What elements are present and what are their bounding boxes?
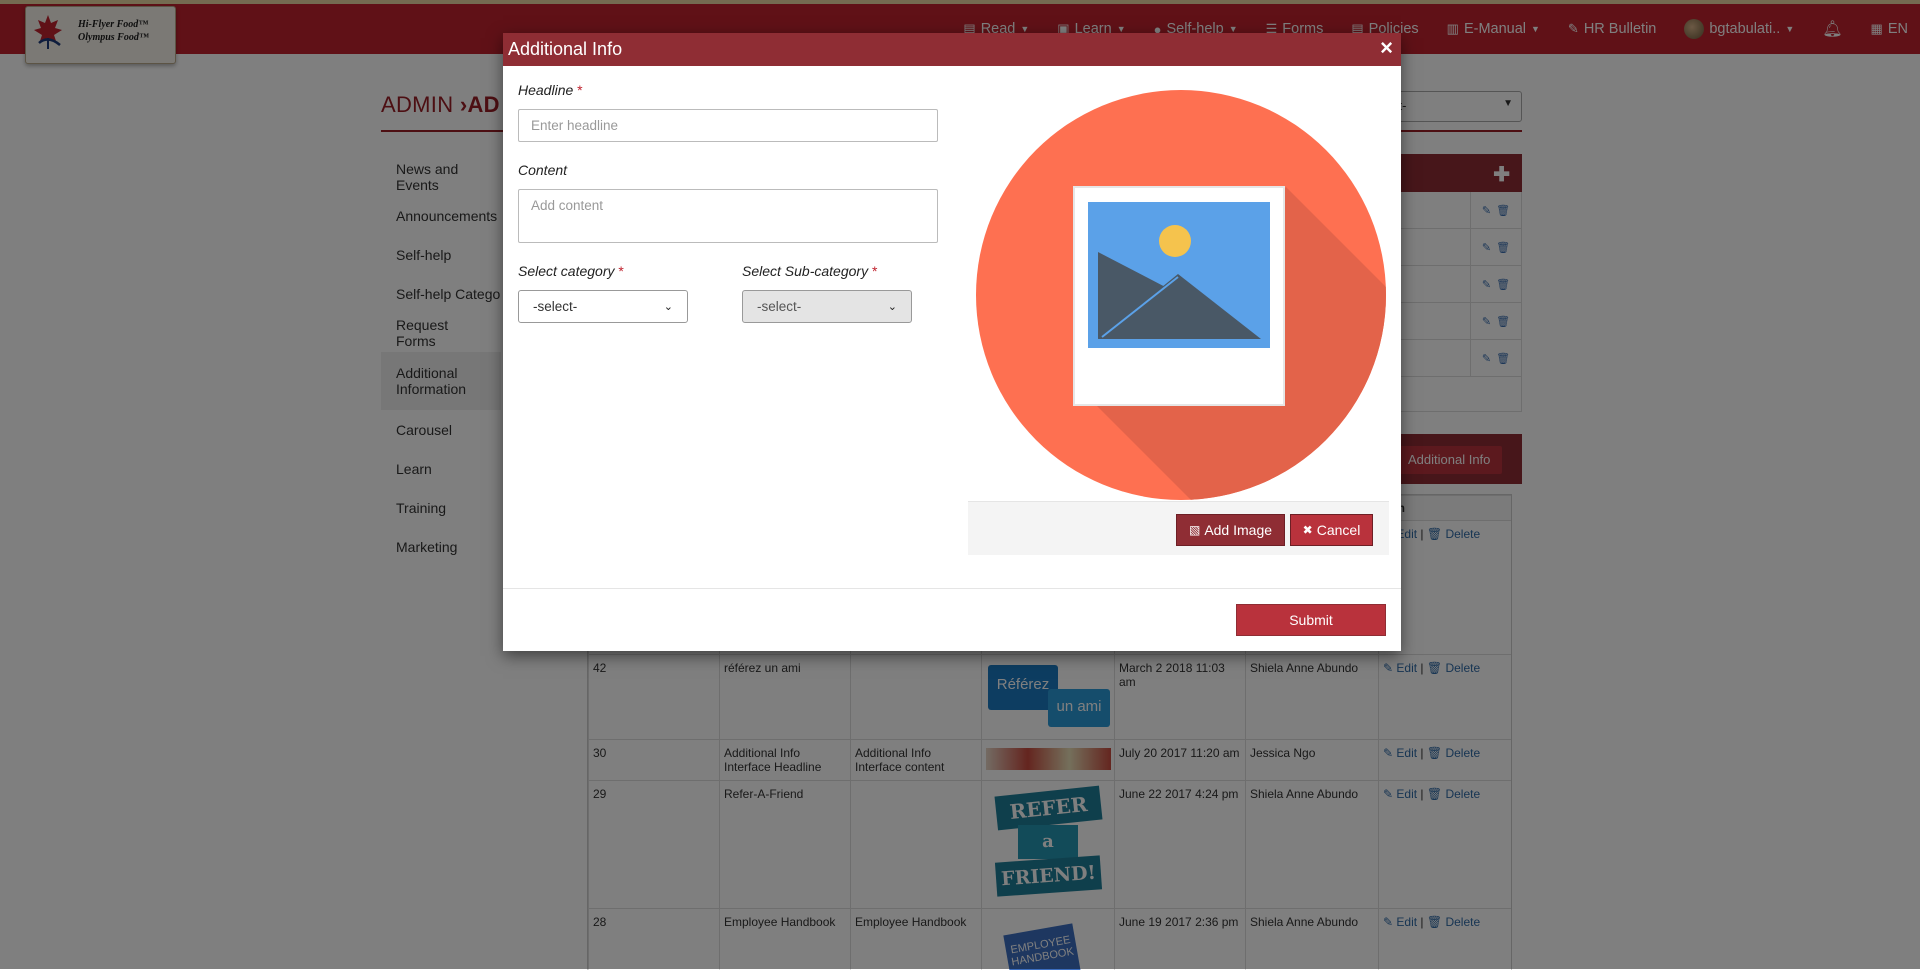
- image-icon: ▧: [1189, 523, 1200, 537]
- modal-header: Additional Info ×: [503, 33, 1401, 66]
- required-marker: *: [577, 82, 582, 98]
- subcategory-label-text: Select Sub-category: [742, 263, 868, 279]
- headline-label-text: Headline: [518, 82, 573, 98]
- required-marker: *: [618, 263, 623, 279]
- submit-button[interactable]: Submit: [1236, 604, 1386, 636]
- cancel-label: Cancel: [1317, 522, 1361, 538]
- add-image-label: Add Image: [1204, 522, 1272, 538]
- subcategory-select-value: -select-: [757, 299, 801, 314]
- chevron-down-icon: ⌄: [888, 300, 897, 313]
- content-textarea[interactable]: [518, 189, 938, 243]
- category-label: Select category *: [518, 263, 624, 279]
- content-label: Content: [518, 162, 567, 178]
- image-placeholder-icon: [971, 85, 1391, 505]
- subcategory-select: -select- ⌄: [742, 290, 912, 323]
- category-select-value: -select-: [533, 299, 577, 314]
- category-label-text: Select category: [518, 263, 615, 279]
- subcategory-label: Select Sub-category *: [742, 263, 877, 279]
- cancel-image-button[interactable]: ✖ Cancel: [1290, 514, 1373, 546]
- category-select[interactable]: -select- ⌄: [518, 290, 688, 323]
- additional-info-modal: Additional Info × Headline * Content Sel…: [503, 33, 1401, 651]
- chevron-down-icon: ⌄: [664, 300, 673, 313]
- headline-input[interactable]: [518, 109, 938, 142]
- modal-title: Additional Info: [508, 39, 622, 60]
- image-actions-bar: ▧ Add Image ✖ Cancel: [968, 501, 1389, 555]
- close-icon: ✖: [1303, 523, 1313, 537]
- add-image-button[interactable]: ▧ Add Image: [1176, 514, 1285, 546]
- modal-footer-divider: [503, 588, 1401, 589]
- headline-label: Headline *: [518, 82, 583, 98]
- required-marker: *: [872, 263, 877, 279]
- close-icon[interactable]: ×: [1380, 35, 1393, 61]
